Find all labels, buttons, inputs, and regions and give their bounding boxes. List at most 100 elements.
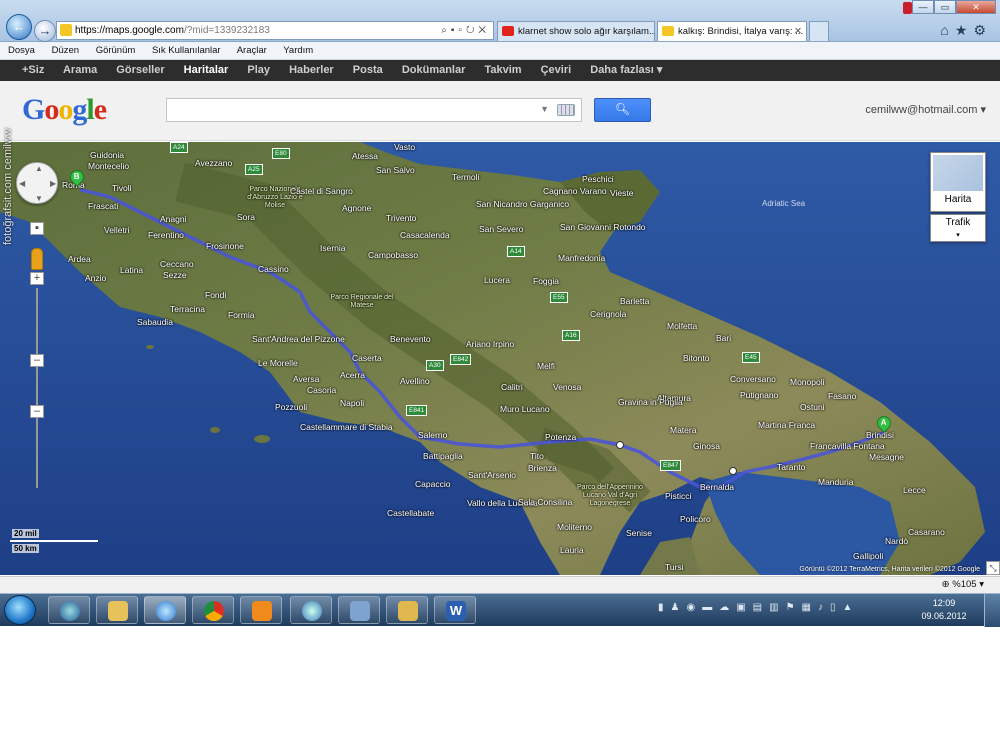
- clipboard-icon[interactable]: ▥: [769, 602, 785, 613]
- clock[interactable]: 12:09 09.06.2012: [916, 597, 972, 623]
- gbar-translate[interactable]: Çeviri: [541, 64, 572, 76]
- compat-icon[interactable]: ▫: [458, 25, 466, 36]
- google-earth-icon[interactable]: [48, 596, 90, 624]
- zoom-level-marker[interactable]: –: [30, 354, 44, 367]
- flag-icon[interactable]: ⚑: [786, 602, 802, 613]
- place-label: Cassino: [258, 264, 289, 274]
- address-bar-icons[interactable]: ⌕▪▫↻✕: [441, 22, 490, 39]
- place-label: Caserta: [352, 353, 382, 363]
- new-tab-button[interactable]: [809, 21, 829, 41]
- place-label: Sora: [237, 212, 255, 222]
- zoom-level[interactable]: ⊕ %105 ▾: [942, 579, 984, 590]
- tab-google-maps[interactable]: kalkış: Brindisi, İtalya varış: ... ✕: [657, 21, 807, 41]
- gbar-calendar[interactable]: Takvim: [484, 64, 521, 76]
- search-icon[interactable]: ⌕: [441, 25, 451, 36]
- place-label: Montecelio: [88, 161, 130, 171]
- zoom-out-button[interactable]: –: [30, 405, 44, 418]
- gbar-play[interactable]: Play: [247, 64, 270, 76]
- zoom-in-button[interactable]: +: [30, 272, 44, 285]
- computer-icon[interactable]: [338, 596, 380, 624]
- home-icon[interactable]: ⌂: [940, 22, 954, 38]
- google-maps-icon: [662, 26, 674, 36]
- magnifier-icon: ⊕: [941, 579, 950, 590]
- refresh-icon[interactable]: ↻: [466, 25, 478, 36]
- start-button[interactable]: [4, 595, 36, 625]
- battery-icon[interactable]: ▯: [830, 602, 843, 613]
- gbar-plus[interactable]: +Siz: [22, 64, 44, 76]
- menu-help[interactable]: Yardım: [283, 45, 313, 56]
- cloud-icon[interactable]: ☁: [719, 602, 736, 613]
- place-label: Conversano: [730, 374, 776, 384]
- media-player-icon[interactable]: [240, 596, 282, 624]
- street-view-toggle[interactable]: ▪: [30, 222, 44, 235]
- gbar-images[interactable]: Görseller: [116, 64, 164, 76]
- chevron-down-icon: ▾: [956, 232, 960, 239]
- place-label: Monopoli: [790, 377, 825, 387]
- map-type-button[interactable]: Harita: [930, 152, 986, 212]
- drive-icon[interactable]: ▬: [702, 602, 719, 613]
- chrome-icon[interactable]: [192, 596, 234, 624]
- signal-icon[interactable]: ▲: [843, 602, 860, 613]
- map-canvas[interactable]: Adriatic Sea Parco Nazionale d'Abruzzo L…: [0, 142, 1000, 575]
- gbar-mail[interactable]: Posta: [353, 64, 383, 76]
- skype-icon[interactable]: ◉: [686, 602, 702, 613]
- place-label: Benevento: [390, 334, 431, 344]
- place-label: Sant'Andrea del Pizzone: [252, 334, 345, 344]
- place-label: Brienza: [528, 463, 557, 473]
- place-label: Gravina in Puglia: [618, 397, 683, 407]
- network-icon[interactable]: [290, 596, 332, 624]
- gbar-docs[interactable]: Dokümanlar: [402, 64, 466, 76]
- dropdown-arrow-icon[interactable]: ▼: [540, 104, 549, 114]
- address-bar[interactable]: https://maps.google.com/?mid=1339232183 …: [56, 21, 494, 40]
- show-desktop-button[interactable]: [984, 594, 1000, 627]
- network-status-icon[interactable]: ▦: [802, 602, 818, 613]
- pan-down-icon[interactable]: ▼: [35, 194, 43, 203]
- place-label: Fasano: [828, 391, 857, 401]
- favorites-star-icon[interactable]: ★: [955, 22, 974, 38]
- pegman-icon[interactable]: [31, 248, 43, 270]
- folder-icon[interactable]: [386, 596, 428, 624]
- search-button[interactable]: 🔍︎: [594, 98, 651, 122]
- internet-explorer-icon[interactable]: [144, 596, 186, 624]
- back-button[interactable]: ←: [6, 14, 32, 40]
- pan-control[interactable]: ▲ ▼ ◀ ▶: [16, 162, 58, 204]
- pan-right-icon[interactable]: ▶: [50, 179, 56, 188]
- zoom-track[interactable]: [36, 288, 38, 488]
- expand-icon[interactable]: ⤡: [986, 561, 1000, 575]
- gear-icon[interactable]: ⚙: [973, 22, 992, 38]
- minimize-button[interactable]: —: [912, 0, 934, 14]
- close-window-button[interactable]: ✕: [956, 0, 996, 14]
- file-explorer-icon[interactable]: [96, 596, 138, 624]
- google-logo[interactable]: Google: [22, 93, 107, 127]
- menu-favorites[interactable]: Sık Kullanılanlar: [152, 45, 221, 56]
- tab-youtube[interactable]: klarnet show solo ağır karşılam...: [497, 21, 655, 41]
- shield-icon[interactable]: ▮: [658, 602, 671, 613]
- gbar-news[interactable]: Haberler: [289, 64, 334, 76]
- keyboard-icon[interactable]: [557, 104, 575, 116]
- traffic-button[interactable]: Trafik ▾: [930, 214, 986, 242]
- place-label: Manduria: [818, 477, 854, 487]
- pan-up-icon[interactable]: ▲: [35, 164, 43, 173]
- menu-tools[interactable]: Araçlar: [237, 45, 267, 56]
- tab-close-icon[interactable]: ✕: [794, 22, 802, 41]
- word-icon[interactable]: W: [434, 596, 476, 624]
- search-input[interactable]: ▼: [166, 98, 582, 122]
- place-label: Lucera: [484, 275, 510, 285]
- pan-left-icon[interactable]: ◀: [19, 179, 25, 188]
- gbar-search[interactable]: Arama: [63, 64, 97, 76]
- account-name[interactable]: cemilww@hotmail.com ▾: [865, 103, 986, 116]
- maximize-button[interactable]: ▭: [934, 0, 956, 14]
- people-icon[interactable]: ♟: [671, 602, 687, 613]
- url-host: https://maps.google.com: [75, 25, 184, 36]
- place-label: Frosinone: [206, 241, 244, 251]
- gbar-more[interactable]: Daha fazlası ▾: [590, 64, 662, 76]
- volume-icon[interactable]: ♪: [818, 602, 830, 613]
- place-label: Lecce: [903, 485, 926, 495]
- document-icon[interactable]: ▤: [753, 602, 769, 613]
- forward-button[interactable]: →: [34, 20, 56, 42]
- close-icon[interactable]: ✕: [478, 25, 490, 36]
- monitor-icon[interactable]: ▣: [736, 602, 752, 613]
- gbar-maps[interactable]: Haritalar: [184, 64, 229, 76]
- menu-edit[interactable]: Düzen: [52, 45, 79, 56]
- menu-view[interactable]: Görünüm: [96, 45, 136, 56]
